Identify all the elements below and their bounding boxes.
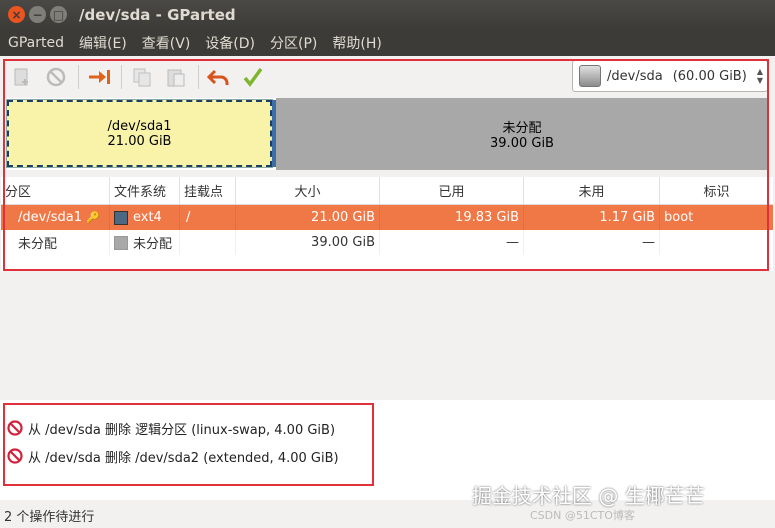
- undo-button[interactable]: [205, 63, 233, 91]
- unused-value: —: [524, 230, 660, 255]
- table-header: 分区 文件系统 挂载点 大小 已用 未用 标识: [1, 177, 773, 205]
- column-unused[interactable]: 未用: [524, 177, 660, 204]
- key-icon: 🔑: [85, 211, 100, 224]
- partition-block-name: 未分配: [502, 121, 542, 136]
- partition-block-size: 21.00 GiB: [107, 133, 172, 149]
- column-partition[interactable]: 分区: [1, 177, 110, 204]
- partition-block-name: /dev/sda1: [107, 118, 172, 134]
- device-size: (60.00 GiB): [672, 68, 747, 84]
- window-title: /dev/sda - GParted: [79, 5, 236, 24]
- title-bar: × − □ /dev/sda - GParted: [0, 0, 775, 29]
- partition-block-unallocated[interactable]: 未分配 39.00 GiB: [276, 98, 768, 170]
- size-value: 21.00 GiB: [236, 205, 380, 230]
- paste-icon: [167, 69, 185, 87]
- size-value: 39.00 GiB: [236, 230, 380, 255]
- device-path: /dev/sda: [607, 68, 663, 84]
- toolbar-separator: [78, 65, 79, 89]
- undo-icon: [207, 69, 229, 85]
- filesystem-name: ext4: [133, 210, 162, 225]
- new-icon: [14, 68, 28, 86]
- pending-operation-item[interactable]: 从 /dev/sda 删除 /dev/sda2 (extended, 4.00 …: [7, 442, 775, 470]
- resize-move-icon: [89, 70, 110, 84]
- harddisk-icon: [579, 65, 601, 87]
- new-partition-button[interactable]: [8, 63, 36, 91]
- maximize-window-button[interactable]: □: [50, 6, 67, 23]
- used-value: 19.83 GiB: [380, 205, 524, 230]
- resize-move-button[interactable]: [85, 63, 113, 91]
- device-selector[interactable]: /dev/sda (60.00 GiB) ▲ ▼: [572, 60, 768, 92]
- watermark-text: 掘金技术社区 @ 生椰芒芒: [472, 484, 705, 508]
- table-row[interactable]: /dev/sda1 🔑 ext4 / 21.00 GiB 19.83 GiB 1…: [1, 205, 773, 230]
- menu-help[interactable]: 帮助(H): [332, 33, 381, 53]
- status-text: 2 个操作待进行: [4, 509, 95, 525]
- filesystem-name: 未分配: [133, 237, 173, 252]
- delete-icon: [7, 448, 23, 464]
- menu-device[interactable]: 设备(D): [205, 33, 255, 53]
- operation-text: 从 /dev/sda 删除 逻辑分区 (linux-swap, 4.00 GiB…: [28, 422, 336, 438]
- used-value: —: [380, 230, 524, 255]
- filesystem-color-swatch: [114, 235, 128, 250]
- delete-icon: [7, 420, 23, 436]
- table-row[interactable]: 未分配 未分配 39.00 GiB — —: [1, 230, 773, 255]
- spin-arrows-icon: ▲ ▼: [756, 67, 763, 85]
- menu-view[interactable]: 查看(V): [142, 33, 191, 53]
- filesystem-color-swatch: [114, 210, 128, 225]
- partition-name: 未分配: [18, 237, 58, 252]
- copy-icon: [133, 68, 151, 87]
- apply-icon: [243, 67, 263, 87]
- column-flags[interactable]: 标识: [660, 177, 773, 204]
- close-window-button[interactable]: ×: [8, 6, 25, 23]
- copy-button[interactable]: [128, 63, 156, 91]
- unused-value: 1.17 GiB: [524, 205, 660, 230]
- partition-table: 分区 文件系统 挂载点 大小 已用 未用 标识 /dev/sda1 🔑 ext4…: [1, 177, 773, 271]
- operation-text: 从 /dev/sda 删除 /dev/sda2 (extended, 4.00 …: [28, 450, 339, 466]
- partition-block-sda1[interactable]: /dev/sda1 21.00 GiB: [6, 99, 276, 168]
- minimize-window-button[interactable]: −: [29, 6, 46, 23]
- delete-icon: [46, 67, 66, 87]
- toolbar-separator: [198, 65, 199, 89]
- column-filesystem[interactable]: 文件系统: [110, 177, 180, 204]
- partition-block-size: 39.00 GiB: [490, 136, 554, 151]
- column-size[interactable]: 大小: [236, 177, 380, 204]
- menu-gparted[interactable]: GParted: [8, 35, 64, 51]
- apply-button[interactable]: [239, 63, 267, 91]
- flags-value: [660, 230, 773, 255]
- disk-map: /dev/sda1 21.00 GiB 未分配 39.00 GiB: [5, 98, 768, 170]
- pending-operation-item[interactable]: 从 /dev/sda 删除 逻辑分区 (linux-swap, 4.00 GiB…: [7, 414, 775, 442]
- partition-name: /dev/sda1: [18, 210, 82, 225]
- menu-edit[interactable]: 编辑(E): [79, 33, 127, 53]
- menu-bar: GParted 编辑(E) 查看(V) 设备(D) 分区(P) 帮助(H): [0, 29, 775, 56]
- menu-partition[interactable]: 分区(P): [270, 33, 317, 53]
- toolbar-separator: [121, 65, 122, 89]
- delete-partition-button[interactable]: [42, 63, 70, 91]
- mountpoint-value: /: [180, 205, 236, 230]
- toolbar: /dev/sda (60.00 GiB) ▲ ▼: [0, 56, 775, 98]
- mountpoint-value: [180, 230, 236, 255]
- column-used[interactable]: 已用: [380, 177, 524, 204]
- watermark-subtext: CSDN @51CTO博客: [530, 509, 635, 522]
- paste-button[interactable]: [162, 63, 190, 91]
- column-mountpoint[interactable]: 挂载点: [180, 177, 236, 204]
- flags-value: boot: [664, 210, 694, 225]
